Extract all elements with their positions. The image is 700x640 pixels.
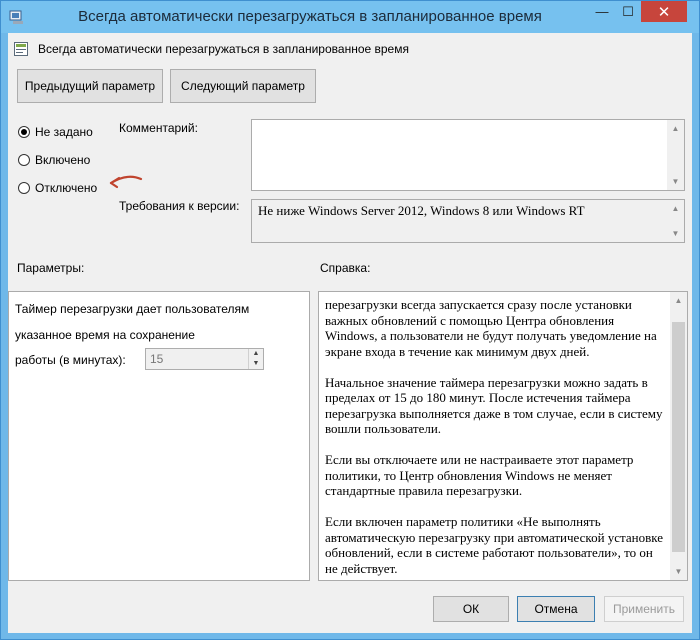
ok-button[interactable]: ОК: [433, 596, 509, 622]
radio-disabled[interactable]: Отключено: [18, 181, 97, 195]
close-button[interactable]: ✕: [641, 1, 687, 22]
help-paragraph: перезагрузки всегда запускается сразу по…: [325, 297, 657, 359]
help-label: Справка:: [320, 261, 371, 275]
policy-icon: [9, 10, 23, 24]
apply-button[interactable]: Применить: [604, 596, 684, 622]
comment-textarea[interactable]: ▲ ▼: [251, 119, 685, 191]
version-scrollbar[interactable]: ▲ ▼: [667, 200, 684, 242]
help-paragraph: Если включен параметр политики «Не выпол…: [325, 514, 664, 576]
help-text: перезагрузки всегда запускается сразу по…: [325, 297, 665, 592]
scroll-down-icon[interactable]: ▼: [667, 173, 684, 190]
minimize-button[interactable]: —: [589, 1, 615, 22]
radio-label-disabled: Отключено: [35, 181, 98, 195]
scroll-down-icon[interactable]: ▼: [667, 225, 684, 242]
policy-header: Всегда автоматически перезагружаться в з…: [8, 33, 692, 61]
version-box: Не ниже Windows Server 2012, Windows 8 и…: [251, 199, 685, 243]
policy-name: Всегда автоматически перезагружаться в з…: [38, 42, 409, 56]
cancel-button[interactable]: Отмена: [517, 596, 595, 622]
help-panel: перезагрузки всегда запускается сразу по…: [318, 291, 688, 581]
dialog-client: Всегда автоматически перезагружаться в з…: [8, 33, 692, 633]
setting-icon: [14, 42, 28, 56]
next-setting-button[interactable]: Следующий параметр: [170, 69, 316, 103]
maximize-button[interactable]: ☐: [615, 1, 641, 22]
params-label: Параметры:: [17, 261, 85, 275]
radio-circle[interactable]: [18, 182, 30, 194]
spinner-up-icon[interactable]: ▲: [249, 349, 263, 359]
help-scrollbar[interactable]: ▲ ▼: [670, 292, 687, 580]
help-paragraph: Если вы отключаете или не настраиваете э…: [325, 452, 634, 498]
radio-circle-checked[interactable]: [18, 126, 30, 138]
scroll-up-icon[interactable]: ▲: [670, 292, 687, 309]
params-panel: Таймер перезагрузки дает пользователям у…: [8, 291, 310, 581]
version-label: Требования к версии:: [119, 199, 240, 213]
help-paragraph: Начальное значение таймера перезагрузки …: [325, 374, 663, 437]
params-line-3: работы (в минутах):: [15, 353, 126, 367]
previous-setting-button[interactable]: Предыдущий параметр: [17, 69, 163, 103]
scroll-thumb[interactable]: [672, 322, 685, 552]
radio-enabled[interactable]: Включено: [18, 153, 90, 167]
comment-label: Комментарий:: [119, 121, 198, 135]
comment-scrollbar[interactable]: ▲ ▼: [667, 120, 684, 190]
dialog-window: Всегда автоматически перезагружаться в з…: [0, 0, 700, 640]
scroll-up-icon[interactable]: ▲: [667, 120, 684, 137]
spinner-buttons: ▲ ▼: [248, 349, 263, 369]
window-title: Всегда автоматически перезагружаться в з…: [78, 8, 542, 25]
scroll-up-icon[interactable]: ▲: [667, 200, 684, 217]
restart-timer-spinner[interactable]: 15 ▲ ▼: [145, 348, 264, 370]
params-line-1: Таймер перезагрузки дает пользователям: [15, 302, 250, 316]
radio-circle[interactable]: [18, 154, 30, 166]
version-value: Не ниже Windows Server 2012, Windows 8 и…: [258, 203, 585, 218]
spinner-down-icon[interactable]: ▼: [249, 359, 263, 369]
next-setting-label: Следующий параметр: [181, 79, 305, 93]
radio-label-not-configured: Не задано: [35, 125, 93, 139]
radio-not-configured[interactable]: Не задано: [18, 125, 93, 139]
annotation-arrow-icon: [109, 175, 143, 189]
radio-label-enabled: Включено: [35, 153, 91, 167]
title-bar[interactable]: Всегда автоматически перезагружаться в з…: [1, 1, 699, 33]
scroll-down-icon[interactable]: ▼: [670, 563, 687, 580]
previous-setting-label: Предыдущий параметр: [24, 79, 156, 93]
spinner-value: 15: [150, 352, 164, 366]
params-line-2: указанное время на сохранение: [15, 328, 195, 342]
